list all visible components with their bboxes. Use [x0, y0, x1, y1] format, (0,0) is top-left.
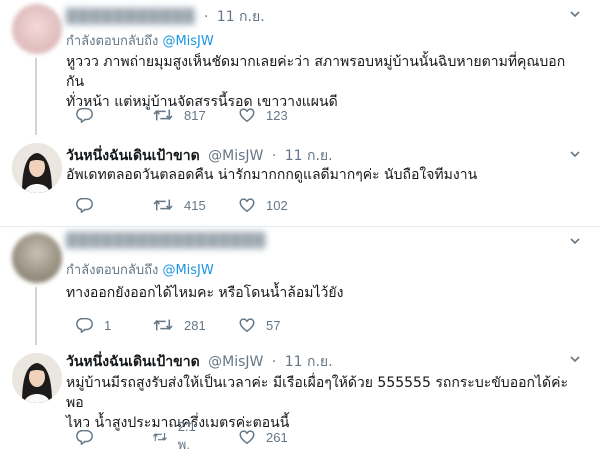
reply-button[interactable]: [76, 427, 104, 447]
retweet-icon: [152, 196, 174, 214]
thread-line: [35, 287, 37, 345]
retweet-button[interactable]: 281: [152, 315, 206, 335]
tweet-text-line: อัพเดทตลอดวันตลอดคืน น่ารักมากกกดูแลดีมา…: [66, 167, 478, 183]
replying-to-label: กำลังตอบกลับถึง: [66, 34, 159, 49]
reply-icon: [76, 196, 94, 214]
avatar[interactable]: [12, 353, 62, 403]
tweet-text-line: ไหว น้ำสูงประมาณครึ่งเมตรค่ะตอนนี้: [66, 415, 290, 431]
reply-button[interactable]: 1: [76, 315, 111, 335]
replying-to-label: กำลังตอบกลับถึง: [66, 263, 159, 278]
retweet-count: 415: [184, 197, 206, 213]
tweet-text-line: หมู่บ้านมีรถสูงรับส่งให้เป็นเวลาค่ะ มีเร…: [66, 375, 569, 411]
retweet-count: 2.1 พ.: [177, 419, 196, 452]
reply-icon: [76, 106, 94, 124]
reply-button[interactable]: [76, 105, 104, 125]
like-count: 123: [266, 107, 288, 123]
tweet-3[interactable]: █████████████████ กำลังตอบกลับถึง @MisJW…: [0, 227, 600, 345]
retweet-icon: [152, 106, 174, 124]
retweet-button[interactable]: 415: [152, 195, 206, 215]
tweet-header: วันหนึ่งฉันเดินเป้าขาด @MisJW · 11 ก.ย.: [66, 145, 333, 167]
chevron-down-icon[interactable]: [570, 354, 580, 364]
tweet-text: ทางออกยังออกได้ไหมคะ หรือโดนน้ำล้อมไว้ยั…: [66, 283, 576, 303]
reply-button[interactable]: [76, 195, 104, 215]
tweet-text: หูววว ภาพถ่ายมุมสูงเห็นชัดมากเลยค่ะว่า ส…: [66, 52, 576, 112]
like-icon: [238, 316, 256, 334]
replying-to: กำลังตอบกลับถึง @MisJW: [66, 30, 214, 51]
retweet-count: 281: [184, 317, 206, 333]
retweet-icon: [152, 316, 174, 334]
author-handle[interactable]: @MisJW: [208, 354, 263, 370]
reply-icon: [76, 316, 94, 334]
avatar[interactable]: [12, 233, 62, 283]
tweet-text-line: ทางออกยังออกได้ไหมคะ หรือโดนน้ำล้อมไว้ยั…: [66, 285, 344, 301]
tweet-text-line: หูววว ภาพถ่ายมุมสูงเห็นชัดมากเลยค่ะว่า ส…: [66, 54, 566, 90]
retweet-button[interactable]: 817: [152, 105, 206, 125]
mention-link[interactable]: @MisJW: [162, 263, 213, 278]
tweet-text: หมู่บ้านมีรถสูงรับส่งให้เป็นเวลาค่ะ มีเร…: [66, 373, 576, 433]
chevron-down-icon[interactable]: [570, 9, 580, 19]
tweet-header: ███████████ · 11 ก.ย.: [66, 6, 265, 28]
reply-count: 1: [104, 317, 112, 333]
tweet-time[interactable]: 11 ก.ย.: [217, 9, 265, 25]
tweet-header: █████████████████: [66, 233, 266, 249]
thread-line: [35, 58, 37, 135]
avatar-photo: [12, 353, 62, 403]
separator-dot: ·: [271, 354, 277, 370]
tweet-time[interactable]: 11 ก.ย.: [285, 148, 333, 164]
like-icon: [238, 428, 256, 446]
like-button[interactable]: 102: [238, 195, 288, 215]
like-button[interactable]: 123: [238, 105, 288, 125]
tweet-2[interactable]: วันหนึ่งฉันเดินเป้าขาด @MisJW · 11 ก.ย. …: [0, 135, 600, 225]
tweet-4[interactable]: วันหนึ่งฉันเดินเป้าขาด @MisJW · 11 ก.ย. …: [0, 345, 600, 455]
like-count: 102: [266, 197, 288, 213]
retweet-count: 817: [184, 107, 206, 123]
retweet-button[interactable]: 2.1 พ.: [152, 419, 202, 452]
author-name[interactable]: ███████████: [66, 9, 195, 25]
author-name[interactable]: วันหนึ่งฉันเดินเป้าขาด: [66, 354, 200, 370]
tweet-header: วันหนึ่งฉันเดินเป้าขาด @MisJW · 11 ก.ย.: [66, 351, 333, 373]
mention-link[interactable]: @MisJW: [162, 34, 213, 49]
tweet-1[interactable]: ███████████ · 11 ก.ย. กำลังตอบกลับถึง @M…: [0, 0, 600, 135]
avatar[interactable]: [12, 143, 62, 193]
author-name[interactable]: วันหนึ่งฉันเดินเป้าขาด: [66, 148, 200, 164]
tweet-text-line: ทั่วหน้า แต่หมู่บ้านจัดสรรนี้รอด เขาวางแ…: [66, 94, 338, 110]
avatar-photo: [12, 143, 62, 193]
replying-to: กำลังตอบกลับถึง @MisJW: [66, 259, 214, 280]
reply-icon: [76, 428, 94, 446]
author-name[interactable]: █████████████████: [66, 233, 266, 249]
tweet-time[interactable]: 11 ก.ย.: [285, 354, 333, 370]
like-icon: [238, 106, 256, 124]
like-button[interactable]: 57: [238, 315, 280, 335]
chevron-down-icon[interactable]: [570, 236, 580, 246]
tweet-text: อัพเดทตลอดวันตลอดคืน น่ารักมากกกดูแลดีมา…: [66, 165, 576, 185]
like-button[interactable]: 261: [238, 427, 288, 447]
retweet-icon: [152, 428, 168, 446]
separator-dot: ·: [203, 9, 209, 25]
like-icon: [238, 196, 256, 214]
avatar[interactable]: [12, 4, 62, 54]
like-count: 57: [266, 317, 281, 333]
author-handle[interactable]: @MisJW: [208, 148, 263, 164]
chevron-down-icon[interactable]: [570, 149, 580, 159]
separator-dot: ·: [271, 148, 277, 164]
like-count: 261: [266, 429, 288, 445]
